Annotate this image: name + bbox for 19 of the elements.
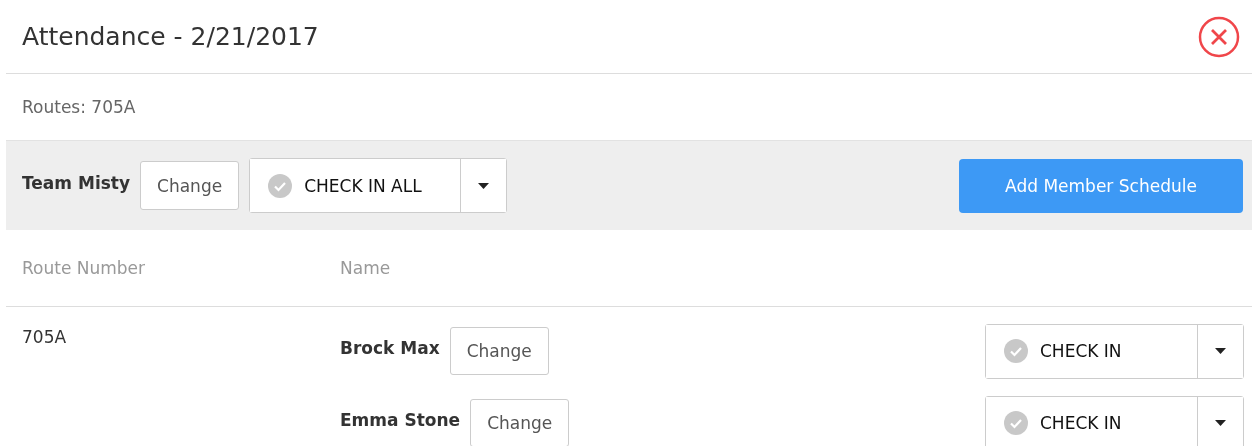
- change-button[interactable]: Change: [470, 399, 570, 446]
- close-button[interactable]: [1198, 15, 1240, 58]
- change-button[interactable]: Change: [449, 327, 549, 375]
- column-header: Name: [340, 258, 391, 278]
- member-name: Emma Stone: [340, 410, 461, 430]
- member-name: Brock Max: [340, 338, 440, 358]
- routes-label: Routes: 705A: [22, 97, 136, 117]
- check-in-button[interactable]: CHECK IN: [986, 324, 1198, 378]
- route-number: 705A: [22, 326, 68, 349]
- close-icon: [1198, 15, 1240, 58]
- team-name: Team Misty: [22, 172, 131, 193]
- caret-icon: [1215, 348, 1226, 354]
- dialog-title: Attendance - 2/21/2017: [22, 22, 319, 51]
- check-in-button[interactable]: CHECK IN: [986, 396, 1198, 446]
- column-header: Route Number: [22, 258, 147, 278]
- caret-icon: [1215, 420, 1226, 426]
- check-in-button[interactable]: CHECK IN ALL: [250, 159, 462, 212]
- change-button[interactable]: Change: [140, 161, 240, 210]
- caret-icon: [478, 182, 490, 189]
